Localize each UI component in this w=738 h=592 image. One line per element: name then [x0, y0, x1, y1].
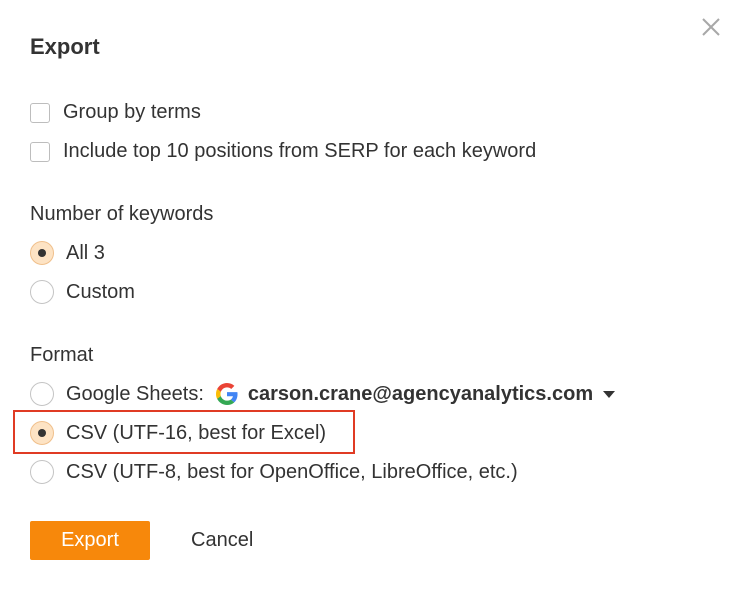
keywords-custom-option[interactable]: Custom	[30, 280, 135, 304]
keywords-custom-radio[interactable]	[30, 280, 54, 304]
close-icon	[702, 18, 720, 36]
group-by-terms-checkbox[interactable]	[30, 102, 50, 123]
chevron-down-icon[interactable]	[603, 390, 616, 398]
google-icon	[215, 383, 238, 405]
google-account-email[interactable]: carson.crane@agencyanalytics.com	[248, 383, 593, 406]
group-by-terms-option[interactable]: Group by terms	[30, 101, 201, 124]
keywords-all-option[interactable]: All 3	[30, 241, 105, 265]
format-csv-utf8-option[interactable]: CSV (UTF-8, best for OpenOffice, LibreOf…	[30, 460, 518, 484]
format-csv-utf8-radio[interactable]	[30, 460, 54, 484]
format-label: Format	[30, 344, 94, 366]
keywords-custom-label: Custom	[66, 280, 135, 303]
include-top10-checkbox[interactable]	[30, 141, 50, 162]
include-top10-option[interactable]: Include top 10 positions from SERP for e…	[30, 140, 536, 163]
number-of-keywords-label: Number of keywords	[30, 203, 214, 225]
highlight-annotation	[13, 410, 355, 454]
group-by-terms-label: Group by terms	[63, 101, 201, 123]
close-button[interactable]	[700, 16, 722, 38]
keywords-all-radio[interactable]	[30, 241, 54, 265]
format-google-sheets-option[interactable]: Google Sheets: carson.crane@agencyanalyt…	[30, 382, 616, 406]
cancel-button[interactable]: Cancel	[175, 521, 269, 560]
export-dialog: Export Group by terms Include top 10 pos…	[0, 0, 738, 592]
google-sheets-label: Google Sheets:	[66, 382, 204, 405]
keywords-all-label: All 3	[66, 241, 105, 264]
include-top10-label: Include top 10 positions from SERP for e…	[63, 140, 537, 162]
dialog-title: Export	[30, 34, 100, 59]
format-google-sheets-radio[interactable]	[30, 382, 54, 406]
export-button[interactable]: Export	[30, 521, 150, 560]
csv-utf8-label: CSV (UTF-8, best for OpenOffice, LibreOf…	[66, 460, 518, 483]
